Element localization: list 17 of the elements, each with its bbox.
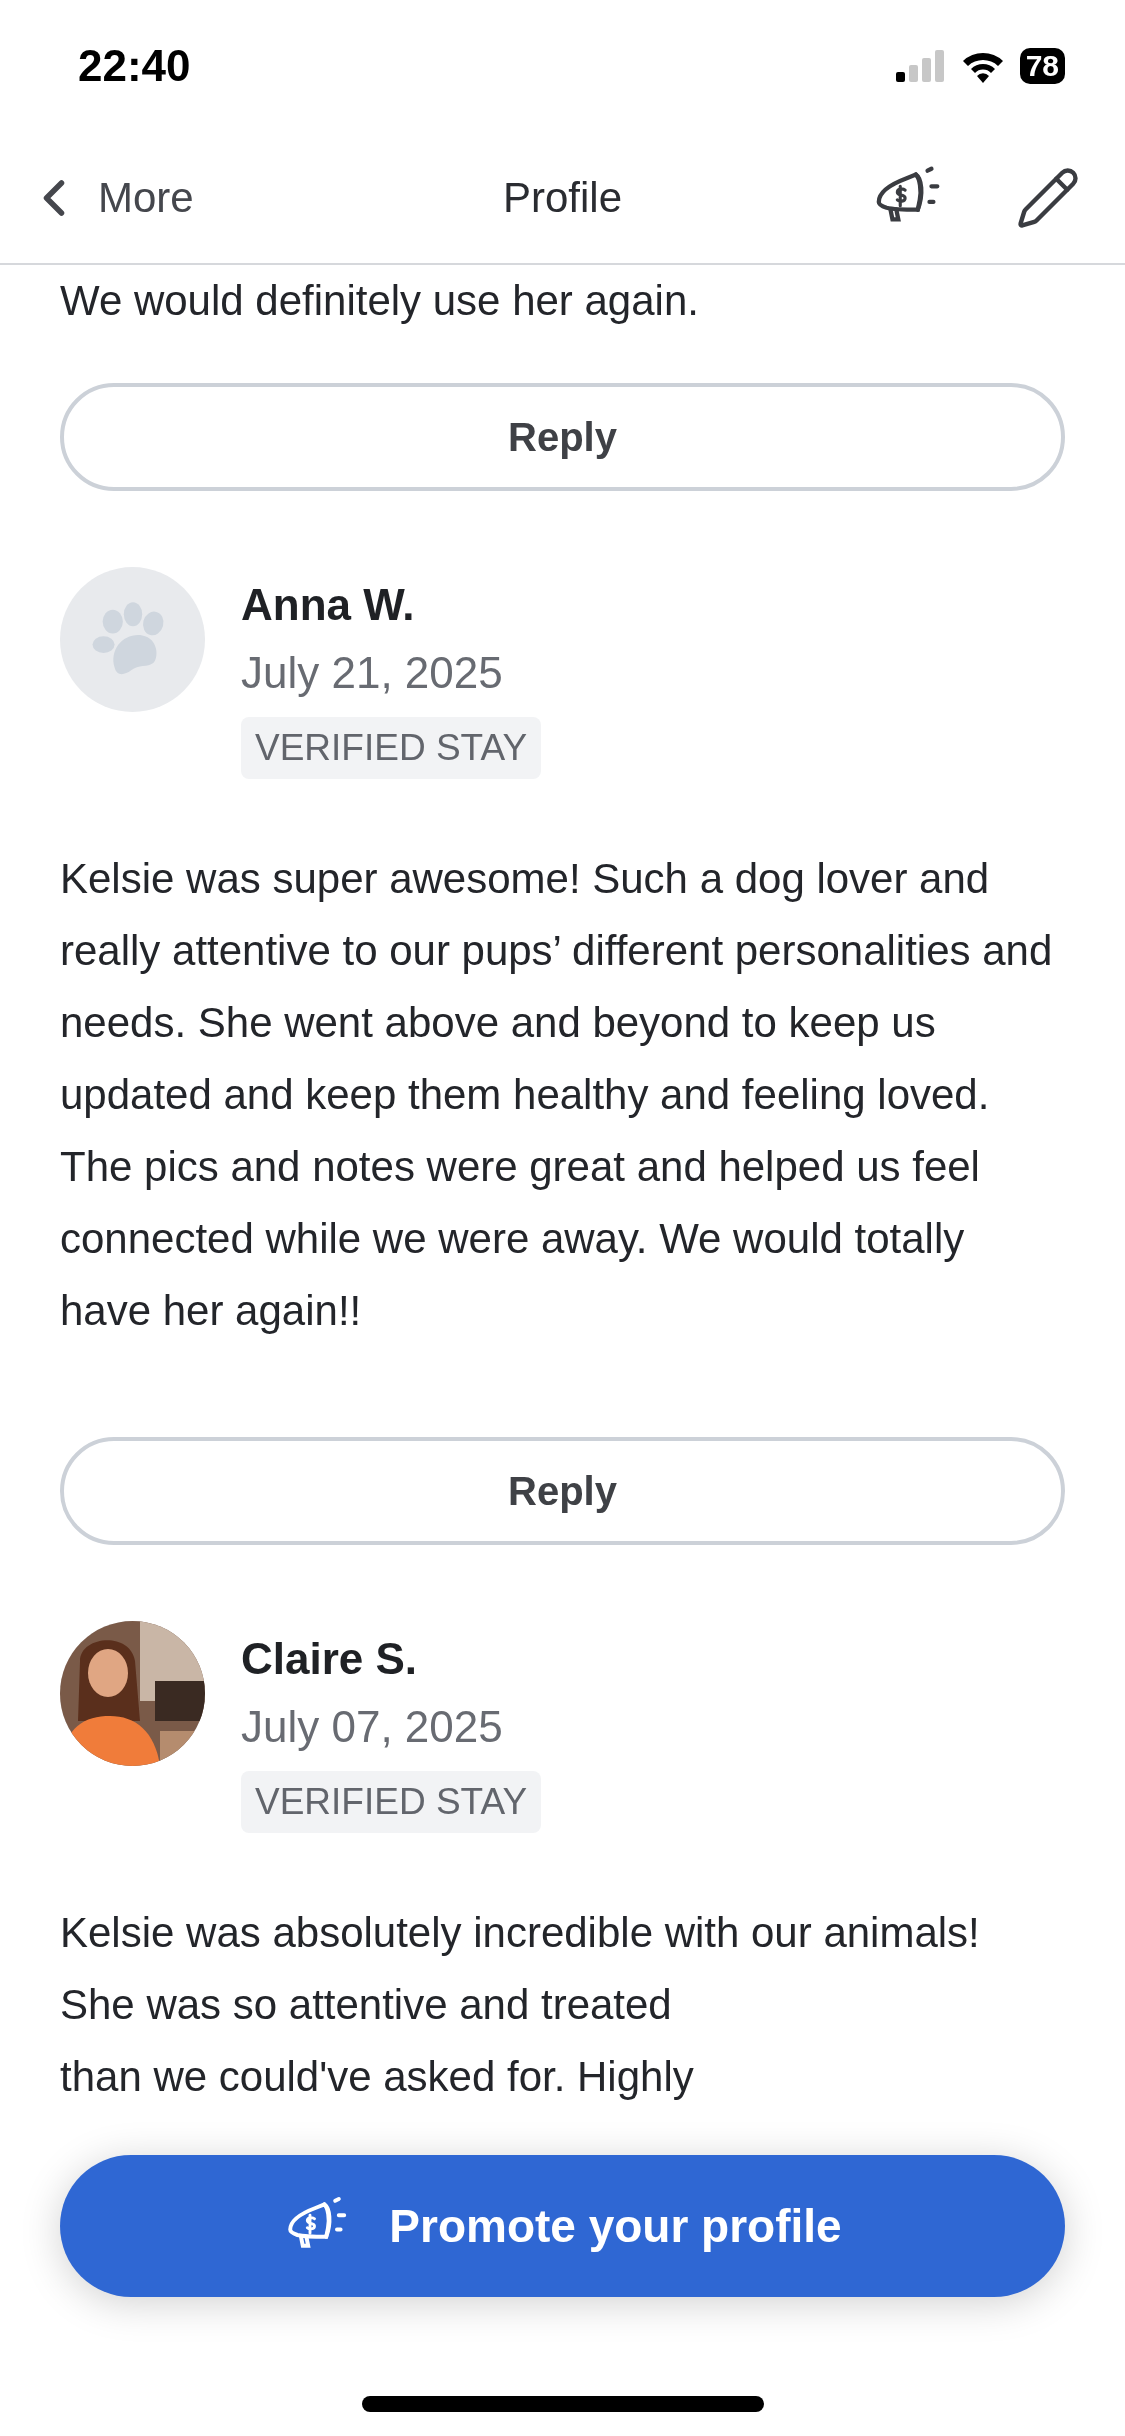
reply-button[interactable]: Reply	[60, 383, 1065, 491]
review-text: Kelsie was super awesome! Such a dog lover and really attentive to our pups’ different personalities and needs. She went above and beyond to keep us updated and keep them healthy and feeling loved. The pics and notes were great and helped us feel connected while we were away. We would totally have her again!!	[60, 854, 1054, 1336]
verified-badge: VERIFIED STAY	[241, 717, 542, 779]
reply-button[interactable]: Reply	[60, 1437, 1065, 1545]
battery-indicator: 78	[1019, 48, 1065, 84]
signal-icon	[895, 50, 946, 82]
promote-profile-button[interactable]: Promote your profile	[60, 2155, 1065, 2297]
review-text: We would definitely use her again.	[60, 276, 700, 326]
review-date: July 21, 2025	[241, 647, 503, 699]
reviewer-name: Anna W.	[241, 579, 415, 631]
verified-badge: VERIFIED STAY	[241, 1771, 542, 1833]
screen-title: Profile	[502, 173, 623, 222]
review-date: July 07, 2025	[241, 1701, 503, 1753]
reviewer-name: Claire S.	[241, 1633, 418, 1685]
back-button[interactable]: More	[24, 167, 194, 228]
status-time: 22:40	[78, 41, 191, 91]
review-text: than we could've asked for. Highly	[60, 2052, 695, 2102]
